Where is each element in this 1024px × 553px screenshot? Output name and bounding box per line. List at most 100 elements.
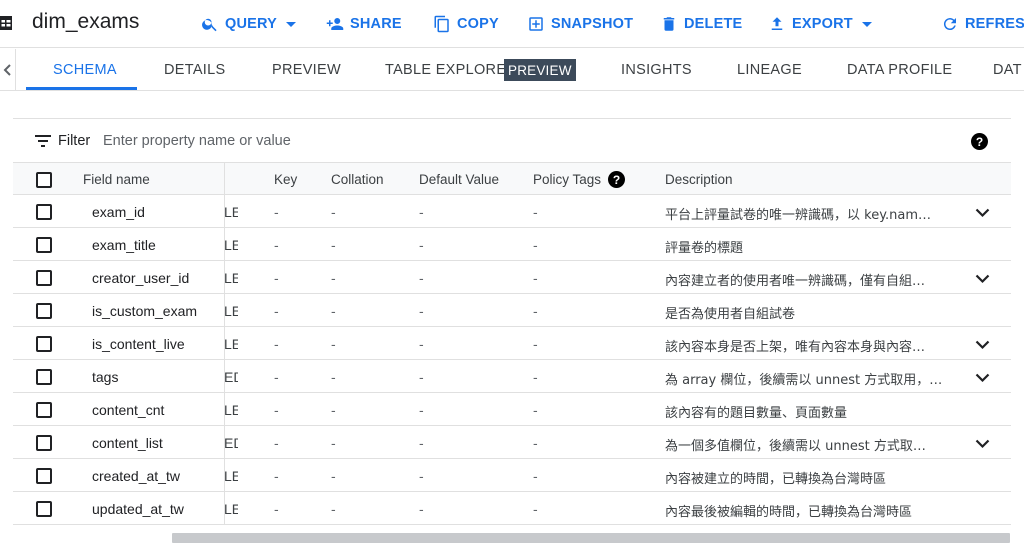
refresh-button[interactable]: REFRESH: [941, 14, 1024, 34]
column-divider: [224, 163, 225, 194]
field-policy-tags: -: [533, 468, 538, 484]
field-description: 該內容有的題目數量、頁面數量: [665, 406, 848, 421]
search-icon: [202, 18, 217, 32]
field-description: 內容建立者的使用者唯一辨識碼，僅有自組…: [665, 274, 926, 289]
row-checkbox[interactable]: [36, 270, 52, 286]
header-collation: Collation: [331, 172, 384, 187]
select-all-checkbox[interactable]: [36, 172, 52, 188]
table-body: exam_id LE - - - - 平台上評量試卷的唯一辨識碼，以 key.nam… exa…: [13, 195, 1011, 525]
field-policy-tags: -: [533, 336, 538, 352]
field-name: tags: [92, 369, 119, 385]
expand-chevron-icon[interactable]: [975, 205, 990, 218]
table-header: Field name Key Collation Default Value P…: [13, 162, 1011, 195]
tab-lineage[interactable]: LINEAGE: [737, 49, 802, 91]
trash-icon: [663, 17, 675, 31]
header-field-name: Field name: [83, 172, 150, 187]
share-button[interactable]: SHARE: [326, 14, 402, 34]
field-key: -: [274, 237, 279, 253]
field-key: -: [274, 369, 279, 385]
table-icon: [0, 16, 12, 30]
field-mode: LE: [224, 204, 238, 220]
field-collation: -: [331, 204, 336, 220]
tab-table-explorer[interactable]: TABLE EXPLORER: [385, 49, 517, 91]
policy-tags-help-icon[interactable]: ?: [608, 171, 625, 188]
field-name: exam_id: [92, 204, 145, 220]
field-policy-tags: -: [533, 501, 538, 517]
row-checkbox[interactable]: [36, 336, 52, 352]
row-checkbox[interactable]: [36, 204, 52, 220]
table-row: exam_id LE - - - - 平台上評量試卷的唯一辨識碼，以 key.nam…: [13, 195, 1011, 228]
tab-data-truncated[interactable]: DAT: [993, 49, 1022, 91]
tab-details[interactable]: DETAILS: [164, 49, 225, 91]
filter-input[interactable]: [103, 130, 503, 152]
chevron-left-icon: [3, 64, 11, 76]
field-policy-tags: -: [533, 303, 538, 319]
query-label: QUERY: [225, 16, 278, 32]
export-button[interactable]: EXPORT: [768, 14, 872, 34]
tab-insights[interactable]: INSIGHTS: [621, 49, 692, 91]
field-default-value: -: [419, 468, 424, 484]
table-row: updated_at_tw LE - - - - 內容最後被編輯的時間，已轉換為台灣時區: [13, 492, 1011, 525]
field-key: -: [274, 270, 279, 286]
field-name: updated_at_tw: [92, 501, 184, 517]
chevron-down-icon: [286, 21, 297, 27]
help-icon[interactable]: ?: [971, 133, 988, 150]
field-description: 該內容本身是否上架，唯有內容本身與內容…: [665, 340, 926, 355]
expand-chevron-icon[interactable]: [975, 337, 990, 350]
field-collation: -: [331, 402, 336, 418]
row-checkbox[interactable]: [36, 468, 52, 484]
filter-icon: [35, 135, 51, 147]
table-row: created_at_tw LE - - - - 內容被建立的時間，已轉換為台灣時區: [13, 459, 1011, 492]
header-description: Description: [665, 172, 733, 187]
field-name: is_content_live: [92, 336, 185, 352]
row-checkbox[interactable]: [36, 501, 52, 517]
horizontal-scrollbar[interactable]: [172, 533, 1010, 543]
field-policy-tags: -: [533, 270, 538, 286]
field-default-value: -: [419, 369, 424, 385]
snapshot-button[interactable]: SNAPSHOT: [527, 14, 633, 34]
expand-chevron-icon[interactable]: [975, 436, 990, 449]
filter-label: Filter: [58, 133, 91, 149]
field-default-value: -: [419, 402, 424, 418]
header-key: Key: [274, 172, 298, 187]
tab-preview[interactable]: PREVIEW: [272, 49, 341, 91]
field-mode: LE: [224, 402, 238, 418]
tab-schema[interactable]: SCHEMA: [53, 49, 117, 91]
copy-button[interactable]: COPY: [433, 14, 499, 34]
row-checkbox[interactable]: [36, 435, 52, 451]
row-checkbox[interactable]: [36, 402, 52, 418]
snapshot-label: SNAPSHOT: [551, 16, 634, 32]
field-name: exam_title: [92, 237, 156, 253]
field-default-value: -: [419, 336, 424, 352]
table-row: is_custom_exam LE - - - - 是否為使用者自組試卷: [13, 294, 1011, 327]
field-policy-tags: -: [533, 204, 538, 220]
field-key: -: [274, 303, 279, 319]
active-tab-indicator: [26, 87, 137, 90]
expand-chevron-icon[interactable]: [975, 271, 990, 284]
field-name: is_custom_exam: [92, 303, 198, 319]
field-mode: LE: [224, 237, 238, 253]
tab-data-profile[interactable]: DATA PROFILE: [847, 49, 952, 91]
field-collation: -: [331, 369, 336, 385]
row-checkbox[interactable]: [36, 237, 52, 253]
field-policy-tags: -: [533, 237, 538, 253]
tab-scroll-left-button[interactable]: [0, 49, 16, 91]
filter-bar: Filter ?: [13, 118, 1011, 162]
table-toolbar: dim_exams QUERY SHARE COPY SNAPSHOT DELE…: [0, 0, 1024, 48]
person-add-icon: [326, 18, 344, 30]
field-collation: -: [331, 237, 336, 253]
field-description: 評量卷的標題: [665, 241, 744, 256]
row-checkbox[interactable]: [36, 303, 52, 319]
row-checkbox[interactable]: [36, 369, 52, 385]
expand-chevron-icon[interactable]: [975, 370, 990, 383]
table-row: content_cnt LE - - - - 該內容有的題目數量、頁面數量: [13, 393, 1011, 426]
field-name: created_at_tw: [92, 468, 180, 484]
field-policy-tags: -: [533, 435, 538, 451]
delete-button[interactable]: DELETE: [660, 14, 742, 34]
field-description: 平台上評量試卷的唯一辨識碼，以 key.nam…: [665, 208, 932, 223]
header-policy-tags: Policy Tags: [533, 172, 602, 187]
preview-badge: PREVIEW: [504, 59, 576, 81]
query-button[interactable]: QUERY: [201, 14, 297, 34]
schema-table: Field name Key Collation Default Value P…: [13, 162, 1011, 525]
field-collation: -: [331, 336, 336, 352]
